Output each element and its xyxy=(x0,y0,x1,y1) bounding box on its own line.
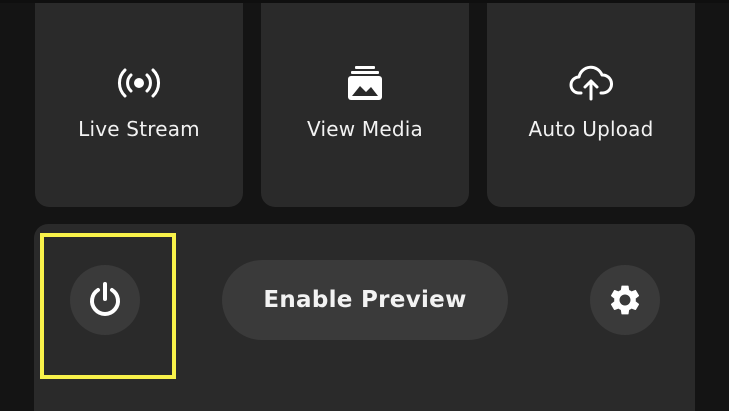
gear-icon xyxy=(607,282,643,318)
tile-label: Auto Upload xyxy=(528,117,654,141)
power-icon xyxy=(85,280,125,320)
tile-auto-upload[interactable]: Auto Upload xyxy=(487,3,695,207)
enable-preview-button[interactable]: Enable Preview xyxy=(222,260,508,340)
camera-control-screen: Live Stream View Media Auto Upload Enabl… xyxy=(0,0,729,411)
media-gallery-icon xyxy=(343,63,387,103)
power-button[interactable] xyxy=(70,265,140,335)
live-stream-icon xyxy=(117,63,161,103)
cloud-upload-icon xyxy=(569,63,613,103)
tile-label: View Media xyxy=(307,117,423,141)
settings-button[interactable] xyxy=(590,265,660,335)
tile-label: Live Stream xyxy=(78,117,200,141)
tile-view-media[interactable]: View Media xyxy=(261,3,469,207)
tile-live-stream[interactable]: Live Stream xyxy=(35,3,243,207)
